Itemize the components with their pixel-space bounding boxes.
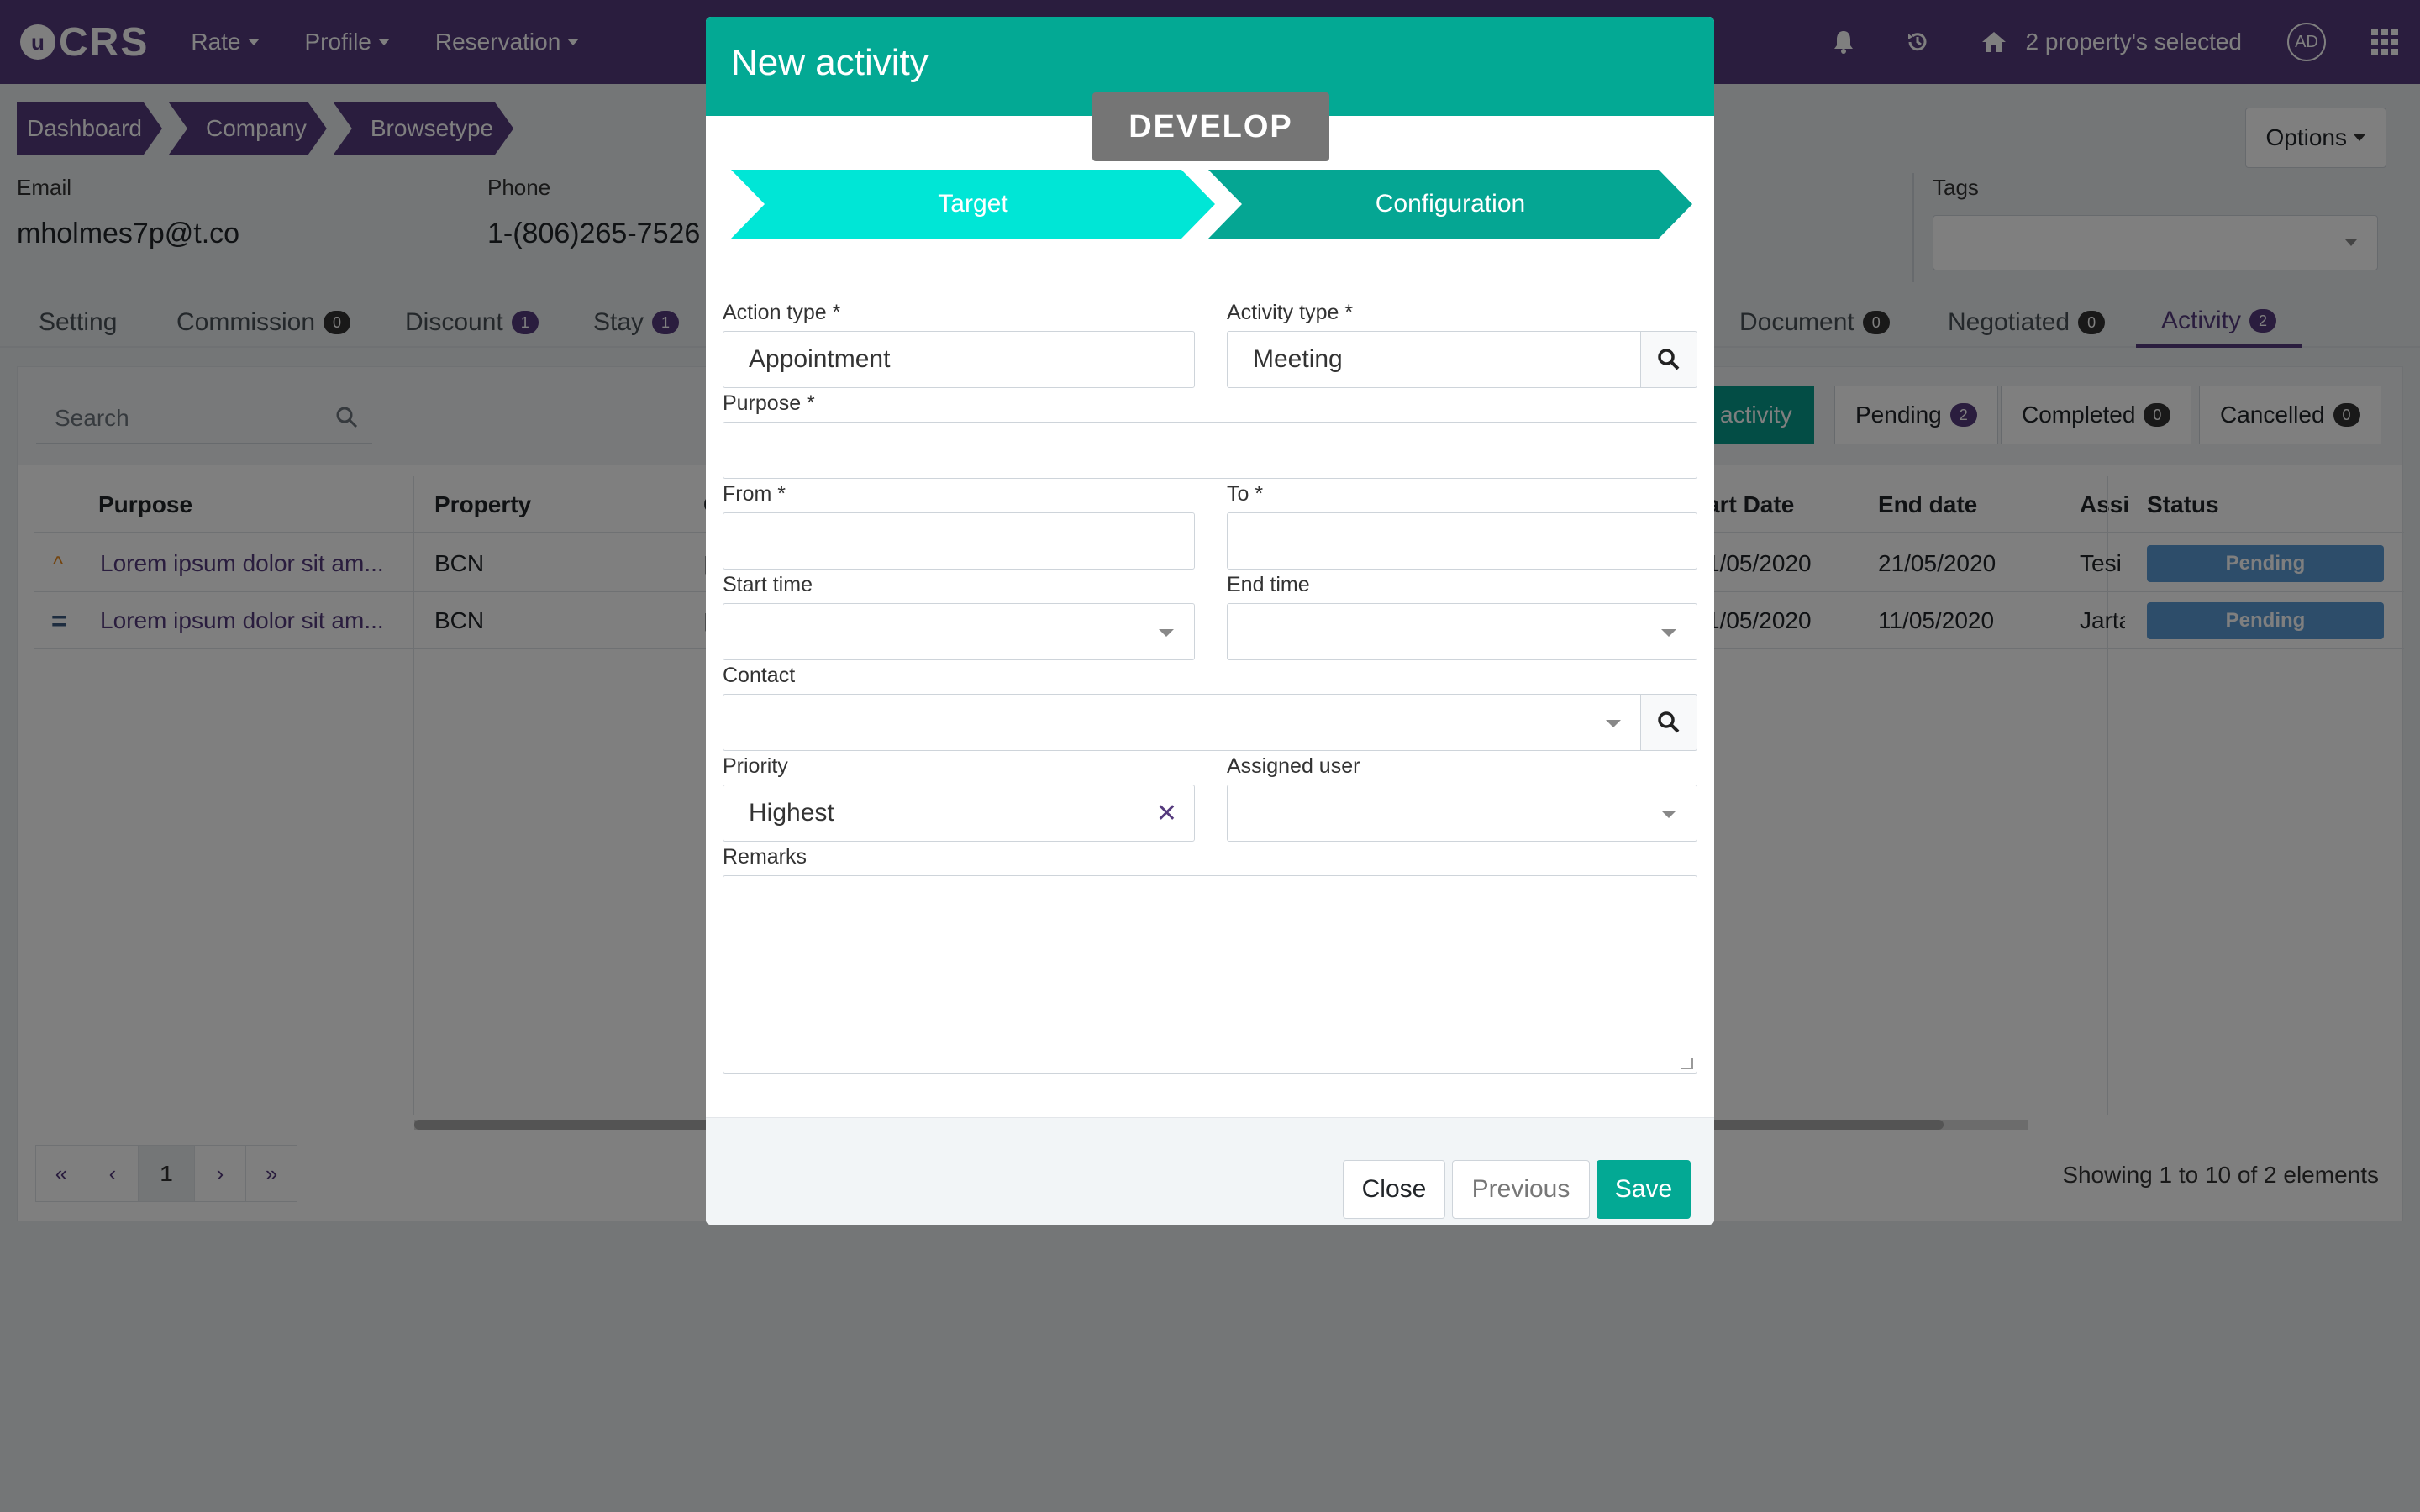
from-label: From * — [723, 482, 786, 506]
modal-title: New activity — [731, 42, 929, 83]
activity-type-field[interactable]: Meeting — [1227, 331, 1642, 388]
environment-badge: DEVELOP — [1092, 92, 1329, 161]
action-type-field[interactable]: Appointment — [723, 331, 1195, 388]
chevron-down-icon — [1661, 811, 1676, 818]
purpose-label: Purpose * — [723, 391, 815, 415]
to-label: To * — [1227, 482, 1264, 506]
contact-label: Contact — [723, 664, 796, 687]
priority-select[interactable]: Highest ✕ — [723, 785, 1195, 842]
from-date-field[interactable] — [723, 512, 1195, 570]
resize-handle-icon[interactable] — [1681, 1058, 1693, 1069]
page: u CRS Rate Profile Reservation 2 propert… — [0, 0, 2420, 1512]
activity-type-value: Meeting — [1253, 345, 1343, 373]
contact-select[interactable] — [723, 694, 1642, 751]
modal-footer: Close Previous Save — [706, 1117, 1714, 1225]
remarks-label: Remarks — [723, 845, 808, 869]
previous-button[interactable]: Previous — [1452, 1160, 1590, 1219]
to-date-field[interactable] — [1227, 512, 1697, 570]
action-type-label: Action type * — [723, 301, 841, 324]
action-type-value: Appointment — [749, 345, 891, 373]
step-target[interactable]: Target — [731, 170, 1215, 239]
assigned-user-select[interactable] — [1227, 785, 1697, 842]
priority-value: Highest — [749, 799, 834, 827]
end-time-select[interactable] — [1227, 603, 1697, 660]
save-button[interactable]: Save — [1597, 1160, 1691, 1219]
assigned-user-label: Assigned user — [1227, 754, 1360, 778]
purpose-field[interactable] — [723, 422, 1697, 479]
chevron-down-icon — [1159, 629, 1174, 637]
activity-type-label: Activity type * — [1227, 301, 1354, 324]
close-button[interactable]: Close — [1343, 1160, 1445, 1219]
step-configuration[interactable]: Configuration — [1208, 170, 1692, 239]
start-time-label: Start time — [723, 573, 813, 596]
end-time-label: End time — [1227, 573, 1310, 596]
chevron-down-icon — [1661, 629, 1676, 637]
chevron-down-icon — [1606, 720, 1621, 727]
search-icon — [1658, 711, 1680, 733]
search-icon — [1658, 349, 1680, 370]
priority-label: Priority — [723, 754, 788, 778]
start-time-select[interactable] — [723, 603, 1195, 660]
contact-search-button[interactable] — [1640, 694, 1697, 751]
clear-icon[interactable]: ✕ — [1156, 799, 1177, 828]
remarks-textarea[interactable] — [723, 875, 1697, 1074]
new-activity-modal: New activity DEVELOP Target Configuratio… — [706, 17, 1714, 1225]
activity-type-search-button[interactable] — [1640, 331, 1697, 388]
